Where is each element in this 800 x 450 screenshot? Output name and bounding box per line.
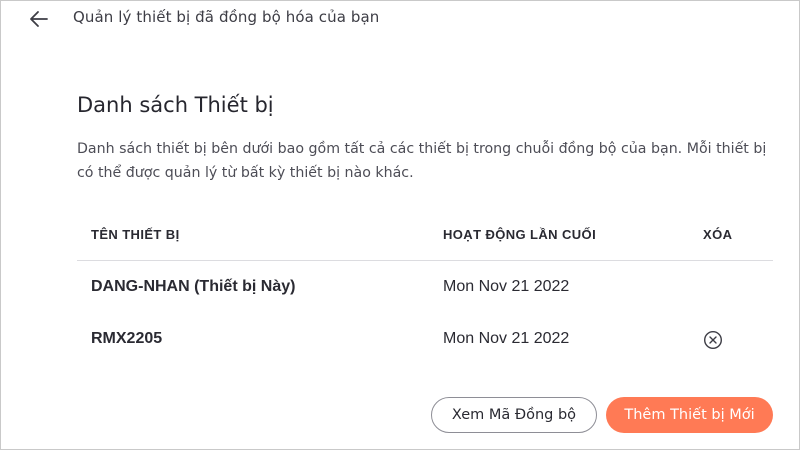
column-header-device-name: TÊN THIẾT BỊ xyxy=(91,227,180,242)
page-title: Quản lý thiết bị đã đồng bộ hóa của bạn xyxy=(73,8,380,26)
device-name: RMX2205 xyxy=(91,330,163,347)
device-list-description: Danh sách thiết bị bên dưới bao gồm tất … xyxy=(77,141,767,181)
device-list-heading: Danh sách Thiết bị xyxy=(77,93,274,117)
top-bar: Quản lý thiết bị đã đồng bộ hóa của bạn xyxy=(1,1,800,37)
circle-x-icon[interactable] xyxy=(703,330,723,350)
table-header: TÊN THIẾT BỊ HOẠT ĐỘNG LẦN CUỐI XÓA xyxy=(77,219,773,261)
device-last-active: Mon Nov 21 2022 xyxy=(443,330,570,347)
table-row: RMX2205 Mon Nov 21 2022 xyxy=(77,313,773,365)
column-header-remove: XÓA xyxy=(703,227,733,242)
device-name: DANG-NHAN (Thiết bị Này) xyxy=(91,278,296,295)
add-new-device-button[interactable]: Thêm Thiết bị Mới xyxy=(606,397,773,433)
device-last-active: Mon Nov 21 2022 xyxy=(443,278,570,295)
sync-devices-panel: Quản lý thiết bị đã đồng bộ hóa của bạn … xyxy=(0,0,800,450)
table-row: DANG-NHAN (Thiết bị Này) Mon Nov 21 2022 xyxy=(77,261,773,313)
arrow-left-icon[interactable] xyxy=(27,7,51,31)
column-header-last-active: HOẠT ĐỘNG LẦN CUỐI xyxy=(443,227,597,242)
view-sync-code-button[interactable]: Xem Mã Đồng bộ xyxy=(431,397,597,433)
